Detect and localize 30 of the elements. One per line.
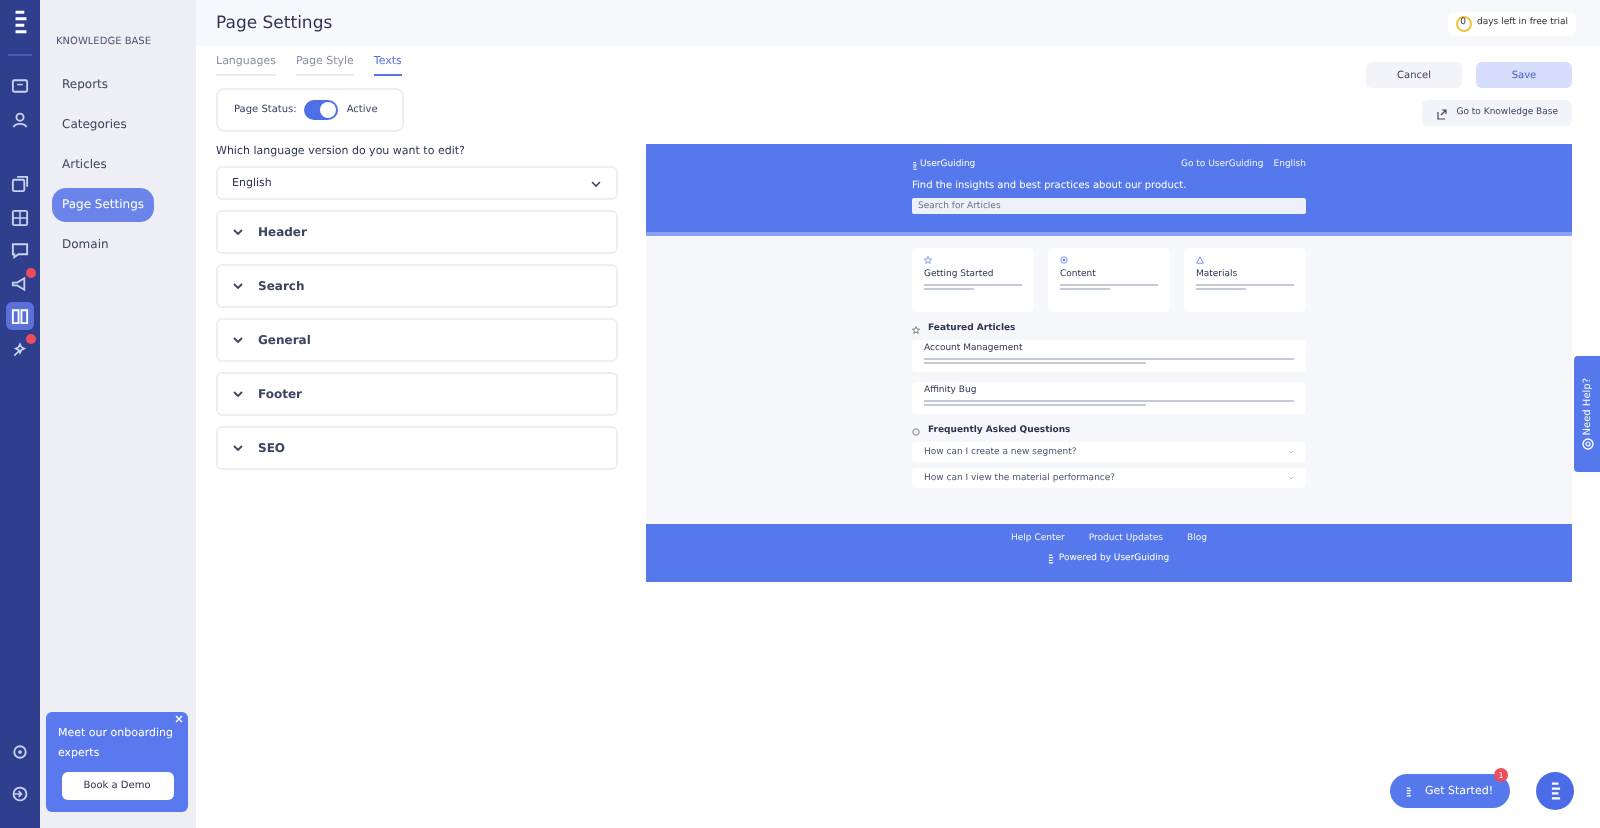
logo-icon xyxy=(912,161,918,169)
chevron-icon xyxy=(232,228,244,236)
star-icon xyxy=(912,325,920,333)
logo-icon xyxy=(1048,554,1055,564)
chevron-down-icon xyxy=(590,179,602,187)
status-toggle[interactable] xyxy=(304,100,339,120)
nav-icon xyxy=(10,76,30,96)
nav-button[interactable] xyxy=(6,170,34,198)
close-icon[interactable] xyxy=(174,714,184,725)
target-icon xyxy=(1060,256,1068,264)
chevron-icon xyxy=(232,444,244,452)
nav-icon xyxy=(10,174,30,194)
globe-icon xyxy=(1581,438,1593,451)
chevron-icon xyxy=(232,282,244,290)
logo-icon[interactable] xyxy=(11,10,29,34)
star-icon xyxy=(924,256,932,264)
nav-icon xyxy=(10,109,30,129)
question-icon xyxy=(912,427,920,435)
page-title: Page Settings xyxy=(216,13,333,33)
triangle-icon xyxy=(1196,256,1204,264)
nav-icon xyxy=(10,207,30,227)
nav-icon xyxy=(10,339,30,359)
chevron-icon xyxy=(232,336,244,344)
nav-button[interactable] xyxy=(6,269,34,297)
nav-button[interactable] xyxy=(6,302,34,330)
logo-icon xyxy=(1549,782,1561,800)
external-link-icon xyxy=(1436,107,1449,119)
chevron-icon xyxy=(232,390,244,398)
logo-icon xyxy=(1406,785,1413,797)
nav-icon xyxy=(10,306,30,326)
